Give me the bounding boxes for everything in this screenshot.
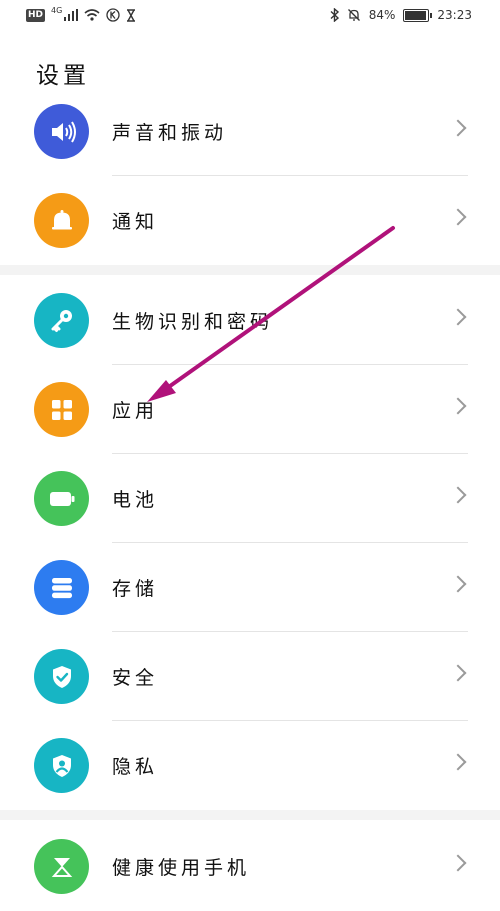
signal-icon [64, 9, 79, 21]
status-bar-left: HD 4G [26, 5, 136, 22]
settings-item-key[interactable]: 生物识别和密码 [0, 276, 500, 365]
mute-bell-icon [347, 9, 360, 21]
status-bar: HD 4G 84% 23:23 [0, 0, 500, 36]
shield-check-icon [34, 649, 89, 704]
settings-item-label: 隐私 [112, 756, 159, 778]
privacy-shield-icon [34, 738, 89, 793]
chevron-right-icon [449, 753, 467, 771]
settings-item-speaker[interactable]: 声音和振动 [0, 87, 500, 176]
settings-item-apps-grid[interactable]: 应用 [0, 365, 500, 454]
settings-item-label: 健康使用手机 [112, 857, 251, 879]
chevron-right-icon [449, 208, 467, 226]
battery-icon [403, 8, 433, 22]
k-icon [106, 8, 120, 22]
settings-item-label: 安全 [112, 667, 159, 689]
battery-level-fill [405, 10, 426, 20]
network-type-label: 4G [51, 5, 63, 15]
settings-item-label: 生物识别和密码 [112, 311, 274, 333]
chevron-right-icon [449, 397, 467, 415]
key-icon [34, 293, 89, 348]
hd-icon: HD [26, 8, 46, 22]
hourglass-icon [34, 839, 89, 894]
settings-item-bell[interactable]: 通知 [0, 176, 500, 265]
settings-item-label: 通知 [112, 211, 159, 233]
clock: 23:23 [437, 8, 472, 22]
settings-item-storage[interactable]: 存储 [0, 543, 500, 632]
section-separator [0, 810, 500, 820]
battery-percent: 84% [368, 8, 396, 22]
battery-icon [34, 471, 89, 526]
settings-item-hourglass[interactable]: 健康使用手机 [0, 822, 500, 911]
bell-icon [34, 193, 89, 248]
wifi-icon [84, 9, 100, 21]
settings-group-3: 健康使用手机 [0, 822, 500, 911]
settings-item-shield-check[interactable]: 安全 [0, 632, 500, 721]
bluetooth-icon [330, 8, 339, 22]
section-separator [0, 265, 500, 275]
storage-icon [34, 560, 89, 615]
status-bar-right: 84% 23:23 [330, 8, 472, 22]
settings-item-battery[interactable]: 电池 [0, 454, 500, 543]
settings-item-label: 声音和振动 [112, 122, 228, 144]
speaker-icon [34, 104, 89, 159]
chevron-right-icon [449, 854, 467, 872]
hourglass-icon [127, 8, 136, 22]
settings-group-2: 生物识别和密码 应用电池存储安全隐私 [0, 276, 500, 810]
chevron-right-icon [449, 575, 467, 593]
page-title: 设置 [36, 63, 90, 89]
chevron-right-icon [449, 308, 467, 326]
chevron-right-icon [449, 486, 467, 504]
settings-item-label: 应用 [112, 400, 159, 422]
settings-item-label: 存储 [112, 578, 159, 600]
apps-grid-icon [34, 382, 89, 437]
chevron-right-icon [449, 664, 467, 682]
settings-group-1: 声音和振动 通知 [0, 87, 500, 265]
settings-item-label: 电池 [112, 489, 159, 511]
chevron-right-icon [449, 119, 467, 137]
settings-item-privacy-shield[interactable]: 隐私 [0, 721, 500, 810]
